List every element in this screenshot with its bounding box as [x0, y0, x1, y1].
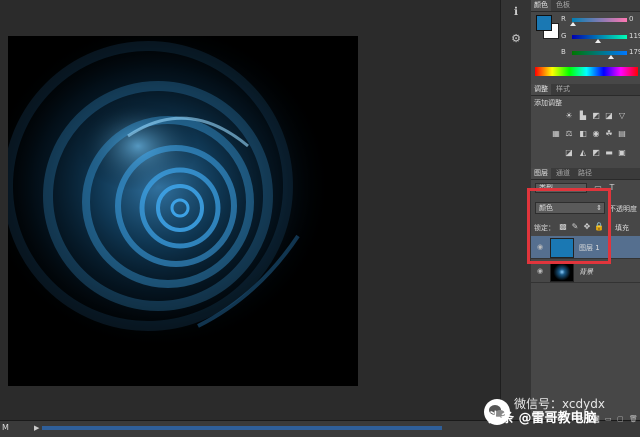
selective-color-icon[interactable]: ▣	[617, 148, 627, 157]
color-spectrum-bar[interactable]	[535, 67, 638, 76]
tab-swatches[interactable]: 色板	[553, 0, 573, 11]
layer-thumbnail	[550, 262, 574, 282]
slider-thumb-r[interactable]	[570, 22, 576, 26]
curves-icon[interactable]: ◩	[591, 111, 601, 120]
threshold-icon[interactable]: ◩	[591, 148, 601, 157]
channel-value-r[interactable]: 0	[629, 15, 633, 23]
horizontal-scrollbar[interactable]	[42, 426, 442, 430]
color-panel: R 0 G 119 B 179	[533, 13, 640, 81]
channel-mixer-icon[interactable]: ☘	[604, 129, 614, 138]
tab-adjustments[interactable]: 调整	[531, 84, 551, 95]
canvas-artwork	[8, 36, 358, 386]
document-workspace	[0, 0, 500, 420]
posterize-icon[interactable]: ◭	[578, 148, 588, 157]
layers-panel-tabs: 图层 通道 路径	[531, 168, 640, 180]
color-lookup-icon[interactable]: ▤	[617, 129, 627, 138]
channel-label-b: B	[561, 48, 566, 56]
visibility-eye-icon[interactable]: ◉	[536, 267, 544, 275]
channel-label-g: G	[561, 32, 567, 40]
channel-value-g[interactable]: 119	[629, 32, 640, 40]
channel-label-r: R	[561, 15, 566, 23]
gradient-map-icon[interactable]: ▬	[604, 148, 614, 157]
watermark: 微信号：xcdydx 头条 @雷哥教电脑	[484, 397, 634, 429]
fill-label: 填充	[615, 224, 629, 232]
exposure-icon[interactable]: ◪	[604, 111, 614, 120]
adjustments-panel: 添加调整 ☀ ▙ ◩ ◪ ▽ ▦ ⚖ ◧ ◉ ☘ ▤ ◪ ◭ ◩ ▬ ▣	[531, 96, 640, 162]
hue-saturation-icon[interactable]: ▦	[551, 129, 561, 138]
opacity-label: 不透明度	[609, 205, 637, 213]
slider-thumb-b[interactable]	[608, 55, 614, 59]
layer-name[interactable]: 背景	[579, 267, 593, 277]
status-menu-arrow-icon[interactable]: ▶	[34, 424, 39, 432]
vibrance-icon[interactable]: ▽	[617, 111, 627, 120]
color-balance-icon[interactable]: ⚖	[564, 129, 574, 138]
levels-icon[interactable]: ▙	[578, 111, 588, 120]
channel-slider-b[interactable]	[572, 51, 627, 55]
info-panel-icon[interactable]: ℹ	[509, 5, 523, 19]
foreground-color-swatch[interactable]	[536, 15, 552, 31]
photo-filter-icon[interactable]: ◉	[591, 129, 601, 138]
invert-icon[interactable]: ◪	[564, 148, 574, 157]
brightness-contrast-icon[interactable]: ☀	[564, 111, 574, 120]
black-white-icon[interactable]: ◧	[578, 129, 588, 138]
adjustments-panel-tabs: 调整 样式	[531, 84, 640, 96]
adjustments-heading: 添加调整	[534, 99, 562, 107]
tab-layers[interactable]: 图层	[531, 168, 551, 179]
document-canvas[interactable]	[8, 36, 358, 386]
zoom-readout[interactable]: M	[2, 423, 9, 432]
channel-value-b[interactable]: 179	[629, 48, 640, 56]
tab-styles[interactable]: 样式	[553, 84, 573, 95]
tab-paths[interactable]: 路径	[575, 168, 595, 179]
tab-color[interactable]: 颜色	[531, 0, 551, 11]
watermark-toutiao: 头条 @雷哥教电脑	[488, 411, 597, 426]
clone-source-icon[interactable]: ⚙	[509, 32, 523, 46]
slider-thumb-g[interactable]	[595, 39, 601, 43]
tab-channels[interactable]: 通道	[553, 168, 573, 179]
channel-slider-r[interactable]	[572, 18, 627, 22]
color-panel-tabs: 颜色 色板	[531, 0, 640, 12]
annotation-highlight-box	[527, 188, 611, 264]
